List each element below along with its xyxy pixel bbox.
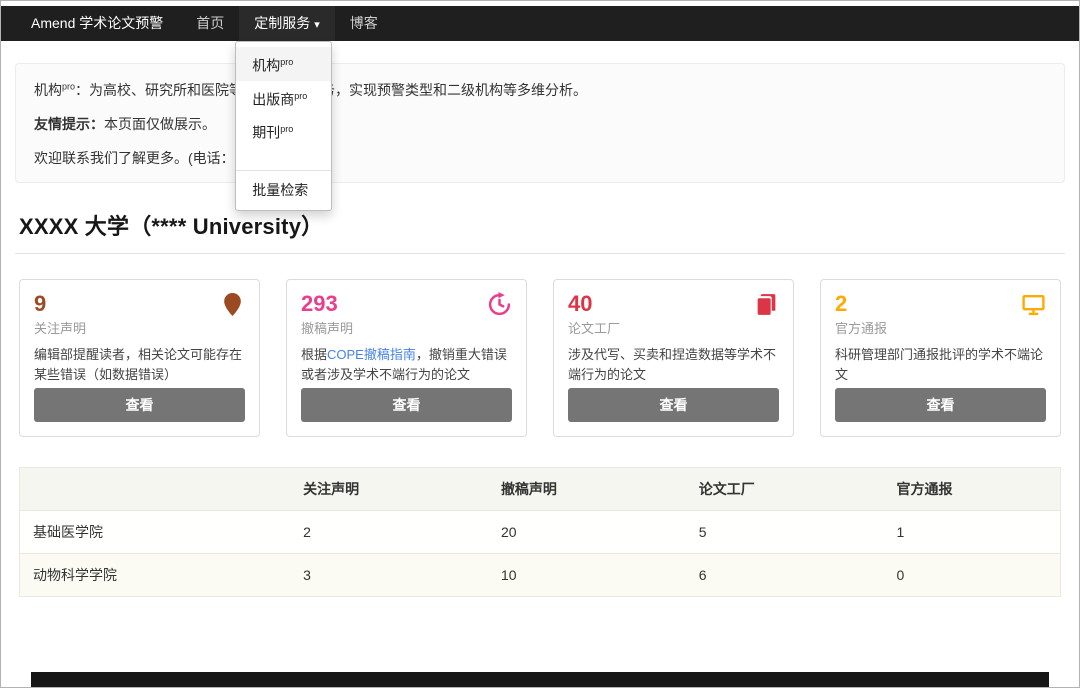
title-divider [15, 253, 1065, 254]
chevron-down-icon: ▾ [314, 19, 320, 31]
card-description: 根据COPE撤稿指南，撤销重大错误或者涉及学术不端行为的论文 [301, 345, 512, 388]
card-official-notice: 2 官方通报 科研管理部门通报批评的学术不端论文 查看 [820, 279, 1061, 437]
row-cell: 1 [884, 511, 1061, 554]
row-cell: 6 [686, 554, 884, 597]
top-navbar: Amend 学术论文预警 首页 定制服务▾ 机构pro 出版商pro 期刊pro… [1, 6, 1079, 41]
card-description: 科研管理部门通报批评的学术不端论文 [835, 345, 1046, 388]
table-row: 动物科学学院 3 10 6 0 [20, 554, 1061, 597]
notice-banner: 机构pro：为高校、研究所和医院等务，实现预警类型和二级机构等多维分析。 友情提… [15, 63, 1065, 183]
card-value: 293 [301, 292, 338, 316]
card-focus-statements: 9 关注声明 编辑部提醒读者，相关论文可能存在某些错误（如数据错误） 查看 [19, 279, 260, 437]
card-retraction-statements: 293 撤稿声明 根据COPE撤稿指南，撤销重大错误或者涉及学术不端行为的论文 … [286, 279, 527, 437]
row-cell: 5 [686, 511, 884, 554]
card-paper-mill: 40 论文工厂 涉及代写、买卖和捏造数据等学术不端行为的论文 查看 [553, 279, 794, 437]
view-button[interactable]: 查看 [568, 388, 779, 422]
nav-item-blog[interactable]: 博客 [335, 6, 393, 41]
notice-line-2: 友情提示：本页面仅做展示。 [34, 114, 1046, 134]
card-label: 关注声明 [34, 318, 245, 337]
row-cell: 2 [290, 511, 488, 554]
card-label: 官方通报 [835, 318, 1046, 337]
view-button[interactable]: 查看 [835, 388, 1046, 422]
row-name: 动物科学学院 [20, 554, 291, 597]
dropdown-item-batch-search[interactable]: 批量检索 [236, 175, 331, 205]
nav-item-home[interactable]: 首页 [181, 6, 239, 41]
row-cell: 0 [884, 554, 1061, 597]
footer-bar [31, 672, 1049, 687]
card-description: 涉及代写、买卖和捏造数据等学术不端行为的论文 [568, 345, 779, 388]
table-header-focus: 关注声明 [290, 468, 488, 511]
app-window: Amend 学术论文预警 首页 定制服务 ▾ 机构pro 出版商pro 期刊pro… [0, 0, 1080, 688]
card-value: 9 [34, 292, 46, 316]
pro-badge: pro [280, 57, 293, 67]
card-description: 编辑部提醒读者，相关论文可能存在某些错误（如数据错误） [34, 345, 245, 388]
card-value: 2 [835, 292, 847, 316]
table-header-paper-mill: 论文工厂 [686, 468, 884, 511]
view-button[interactable]: 查看 [301, 388, 512, 422]
services-dropdown: 机构pro 出版商pro 期刊pro 批量检索 [235, 41, 332, 211]
row-name: 基础医学院 [20, 511, 291, 554]
brand-title: Amend 学术论文预警 [1, 6, 181, 41]
nav-item-custom-services[interactable]: 定制服务▾ 机构pro 出版商pro 期刊pro 批量检索 [239, 6, 335, 41]
notice-line-1: 机构pro：为高校、研究所和医院等务，实现预警类型和二级机构等多维分析。 [34, 80, 1046, 100]
copy-pages-icon [754, 292, 779, 317]
dropdown-item-institution[interactable]: 机构pro [236, 47, 331, 81]
page-title: XXXX 大学（**** University） [19, 209, 1061, 241]
view-button[interactable]: 查看 [34, 388, 245, 422]
row-cell: 3 [290, 554, 488, 597]
row-cell: 10 [488, 554, 686, 597]
notice-line-3: 欢迎联系我们了解更多。(电话：0 [34, 148, 1046, 168]
row-cell: 20 [488, 511, 686, 554]
table-header-empty [20, 468, 291, 511]
history-icon [487, 292, 512, 317]
card-label: 撤稿声明 [301, 318, 512, 337]
table-row: 基础医学院 2 20 5 1 [20, 511, 1061, 554]
map-marker-icon [220, 292, 245, 317]
stats-table: 关注声明 撤稿声明 论文工厂 官方通报 基础医学院 2 20 5 1 [19, 467, 1061, 597]
pro-badge: pro [294, 91, 307, 101]
cope-guideline-link[interactable]: COPE撤稿指南 [327, 347, 416, 362]
stats-cards: 9 关注声明 编辑部提醒读者，相关论文可能存在某些错误（如数据错误） 查看 29… [19, 279, 1061, 437]
table-header-official: 官方通报 [884, 468, 1061, 511]
dropdown-divider [236, 170, 331, 171]
dropdown-item-journal[interactable]: 期刊pro [236, 114, 331, 148]
nav-item-label: 定制服务 [254, 15, 310, 31]
desktop-monitor-icon [1021, 292, 1046, 317]
table-header-retraction: 撤稿声明 [488, 468, 686, 511]
card-label: 论文工厂 [568, 318, 779, 337]
pro-badge: pro [280, 124, 293, 134]
table-header-row: 关注声明 撤稿声明 论文工厂 官方通报 [20, 468, 1061, 511]
card-value: 40 [568, 292, 592, 316]
dropdown-item-publisher[interactable]: 出版商pro [236, 81, 331, 115]
